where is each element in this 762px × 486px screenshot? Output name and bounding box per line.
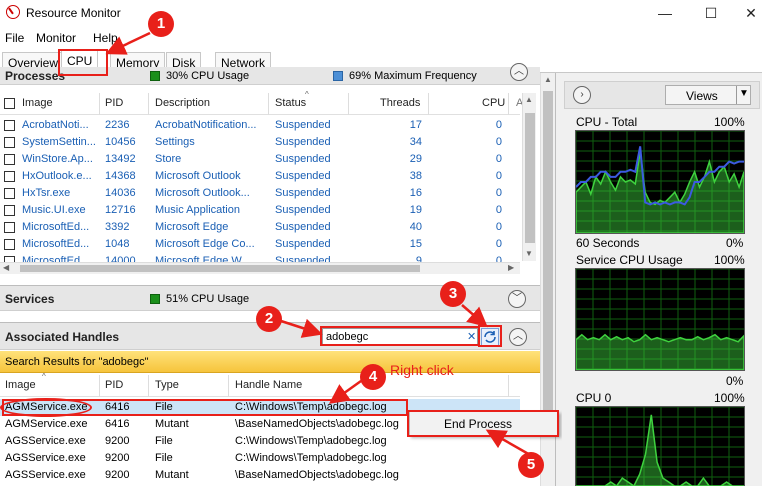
step-badge-1: 1 bbox=[148, 11, 174, 37]
step-badge-3: 3 bbox=[440, 281, 466, 307]
step-badge-5: 5 bbox=[518, 452, 544, 478]
step-badge-4: 4 bbox=[360, 364, 386, 390]
step-badge-2: 2 bbox=[256, 306, 282, 332]
right-click-label: Right click bbox=[390, 362, 454, 378]
annotation-arrows bbox=[105, 31, 533, 458]
